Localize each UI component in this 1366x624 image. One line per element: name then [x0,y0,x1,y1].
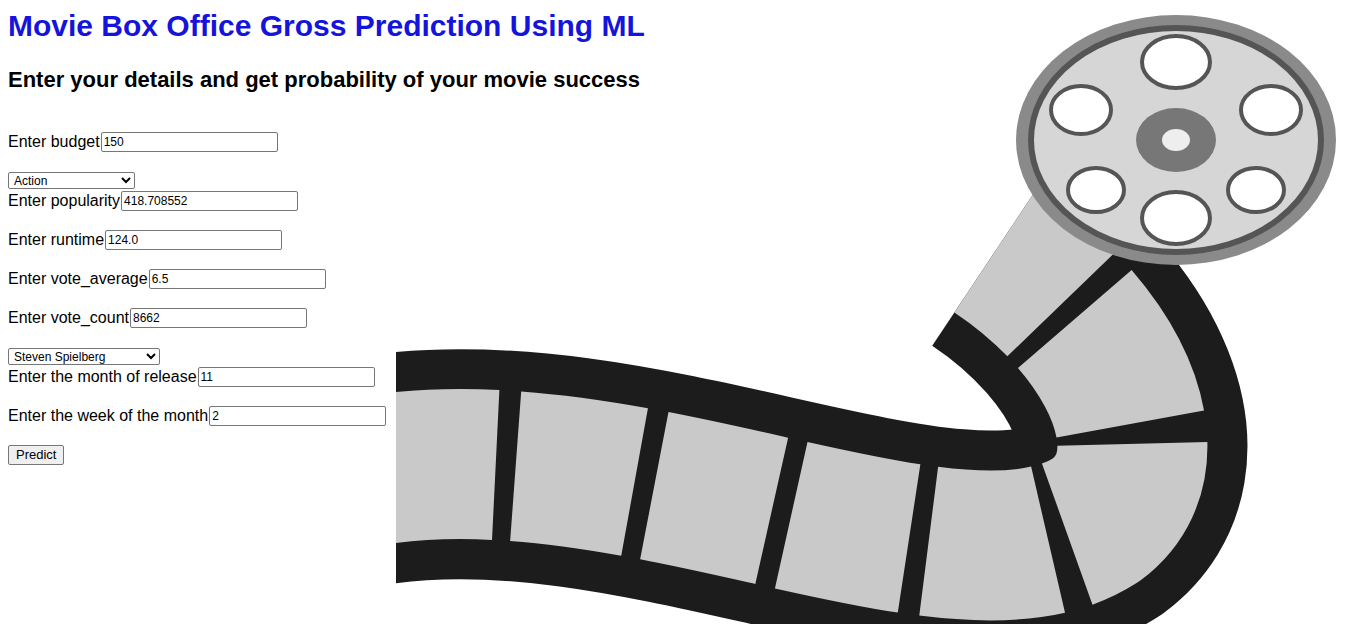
field-label: Enter runtime [8,230,104,250]
page: Movie Box Office Gross Prediction Using … [0,0,1366,624]
field-input[interactable] [105,230,282,250]
field-label: Enter budget [8,132,100,152]
page-subtitle: Enter your details and get probability o… [8,66,640,94]
field-row: Enter popularity [8,191,298,211]
field-label: Enter the week of the month [8,406,208,426]
field-input[interactable] [101,132,278,152]
field-label: Enter popularity [8,191,120,211]
field-input[interactable] [121,191,298,211]
page-title: Movie Box Office Gross Prediction Using … [8,8,645,44]
director-select[interactable]: Steven Spielberg [8,348,160,365]
field-row: Enter vote_average [8,269,326,289]
field-input[interactable] [198,367,375,387]
field-label: Enter the month of release [8,367,197,387]
predict-button[interactable]: Predict [8,445,64,465]
film-reel-illustration-icon [396,0,1366,624]
field-input[interactable] [209,406,386,426]
field-row: Action [8,172,135,189]
content: Movie Box Office Gross Prediction Using … [0,0,1366,465]
genre-select[interactable]: Action [8,172,135,189]
field-label: Enter vote_count [8,308,129,328]
prediction-form: Enter budget Action Enter popularity Enter … [8,132,1358,465]
field-input[interactable] [130,308,307,328]
field-row: Enter the month of release [8,367,375,387]
field-row: Steven Spielberg [8,348,160,365]
field-row: Enter the week of the month [8,406,386,426]
field-label: Enter vote_average [8,269,148,289]
field-row: Enter runtime [8,230,282,250]
field-input[interactable] [149,269,326,289]
field-row: Enter vote_count [8,308,307,328]
field-row: Enter budget [8,132,278,152]
